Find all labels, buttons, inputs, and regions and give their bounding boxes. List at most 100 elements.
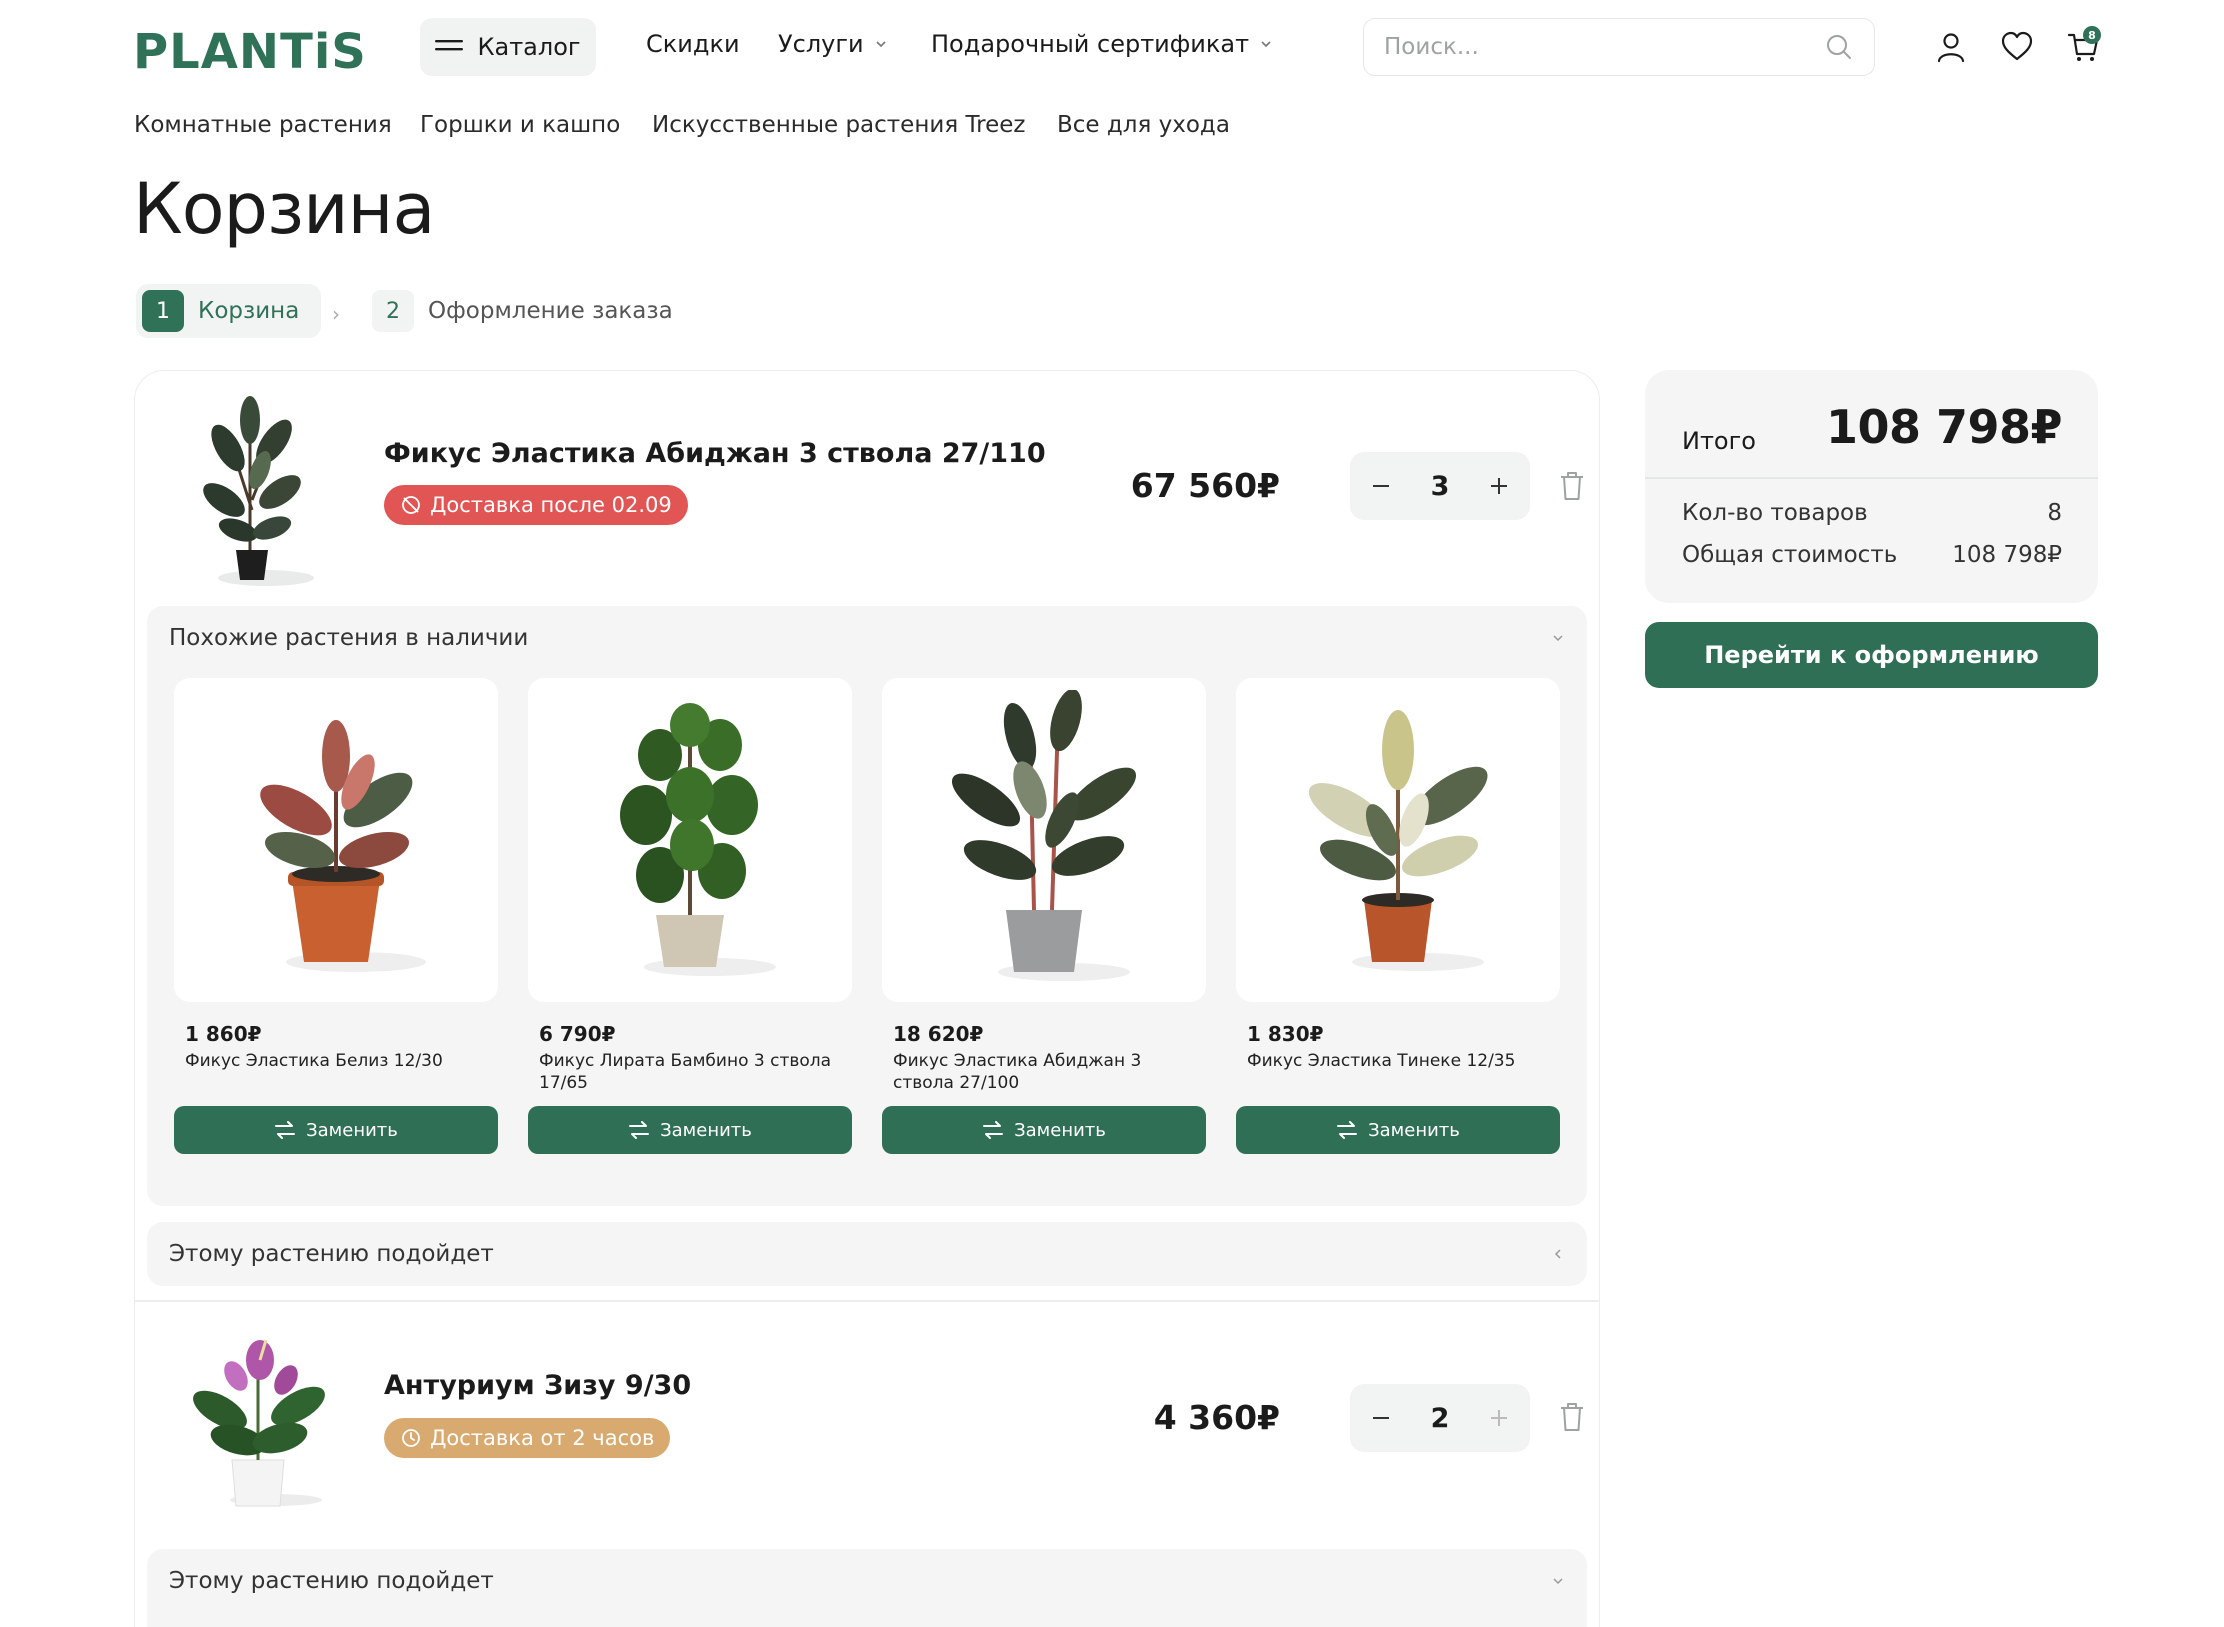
product-price: 18 620₽ [893,1022,984,1046]
logo[interactable]: PLANTiS [133,24,367,80]
chevron-right-icon: › [332,302,340,326]
replace-button[interactable]: Заменить [882,1106,1206,1154]
chevron-down-icon [1551,1574,1565,1588]
suits-accordion: Этому растению подойдет [147,1222,1587,1286]
cart-count-badge: 8 [2083,26,2101,44]
product-name[interactable]: Фикус Эластика Абиджан 3 ствола 27/100 [882,1050,1206,1094]
menu-icon [435,38,464,56]
items-count-row: Кол-во товаров 8 [1682,500,2062,526]
search-icon[interactable] [1824,32,1854,62]
chevron-down-icon [1259,37,1273,51]
nav-gift-certificate-label: Подарочный сертификат [931,30,1250,58]
total-cost-row: Общая стоимость 108 798₽ [1682,542,2062,568]
delivery-badge: Доставка от 2 часов [384,1418,671,1458]
subnav-artificial-plants[interactable]: Искусственные растения Treez [652,112,1025,138]
total-label: Итого [1682,427,1756,455]
cart-item-title[interactable]: Антуриум Зизу 9/30 [384,1370,691,1401]
subnav-care[interactable]: Все для ухода [1057,112,1230,138]
step-checkout[interactable]: 2 Оформление заказа [372,284,673,338]
step-label: Оформление заказа [428,298,673,324]
step-number: 1 [142,290,184,332]
chevron-down-icon [874,37,888,51]
nav-gift-certificate[interactable]: Подарочный сертификат [931,30,1273,58]
quantity-stepper: 3 [1350,452,1530,520]
increase-button[interactable] [1484,1403,1514,1433]
suits-header[interactable]: Этому растению подойдет [147,1222,1587,1286]
product-image[interactable] [174,678,498,1002]
step-cart[interactable]: 1 Корзина [136,284,322,338]
product-image[interactable] [528,678,852,1002]
total-cost-label: Общая стоимость [1682,542,1898,568]
decrease-button[interactable] [1366,1403,1396,1433]
product-price: 6 790₽ [539,1022,616,1046]
heart-icon[interactable] [2000,30,2034,64]
product-name[interactable]: Фикус Лирата Бамбино 3 ствола 17/65 [528,1050,852,1094]
cart-item-price: 4 360₽ [1153,1398,1280,1437]
product-price: 1 860₽ [185,1022,262,1046]
product-name[interactable]: Фикус Эластика Тинеке 12/35 [1236,1050,1560,1094]
trash-icon[interactable] [1557,1400,1587,1434]
trash-icon[interactable] [1557,469,1587,503]
product-card: 18 620₽ Фикус Эластика Абиджан 3 ствола … [882,678,1206,1154]
delivery-badge-text: Доставка от 2 часов [430,1426,655,1450]
delivery-badge: Доставка после 02.09 [384,485,688,525]
items-count-label: Кол-во товаров [1682,500,1868,526]
subnav-pots[interactable]: Горшки и кашпо [420,112,620,138]
replace-button-label: Заменить [660,1119,752,1141]
increase-button[interactable] [1484,471,1514,501]
search-box [1363,18,1875,76]
product-image[interactable] [176,1330,346,1510]
nav-discounts[interactable]: Скидки [646,30,740,58]
decrease-button[interactable] [1366,471,1396,501]
delivery-badge-text: Доставка после 02.09 [430,493,672,517]
product-name[interactable]: Фикус Эластика Белиз 12/30 [174,1050,498,1094]
replace-button[interactable]: Заменить [528,1106,852,1154]
cart-item-title[interactable]: Фикус Эластика Абиджан 3 ствола 27/110 [384,438,1046,469]
swap-icon [274,1121,296,1139]
swap-icon [628,1121,650,1139]
replace-button[interactable]: Заменить [1236,1106,1560,1154]
catalog-label: Каталог [477,33,581,61]
catalog-button[interactable]: Каталог [420,18,596,76]
swap-icon [1336,1121,1358,1139]
similar-plants-title: Похожие растения в наличии [169,625,529,651]
total-value: 108 798₽ [1825,400,2063,454]
nav-services[interactable]: Услуги [778,30,888,58]
suits-title: Этому растению подойдет [169,1241,494,1267]
chevron-down-icon [1551,631,1565,645]
product-image[interactable] [1236,678,1560,1002]
checkout-button[interactable]: Перейти к оформлению [1645,622,2098,688]
page-title: Корзина [133,168,435,250]
product-price: 1 830₽ [1247,1022,1324,1046]
nav-discounts-label: Скидки [646,30,740,58]
step-label: Корзина [198,298,300,324]
product-card: 1 830₽ Фикус Эластика Тинеке 12/35 Замен… [1236,678,1560,1154]
quantity-value: 3 [1430,470,1450,502]
similar-plants-header[interactable]: Похожие растения в наличии [147,606,1587,670]
product-image[interactable] [176,390,326,590]
user-icon[interactable] [1934,30,1968,64]
replace-button-label: Заменить [306,1119,398,1141]
quantity-value: 2 [1430,1402,1450,1434]
product-image[interactable] [882,678,1206,1002]
suits-header[interactable]: Этому растению подойдет [147,1549,1587,1613]
chevron-left-icon [1551,1247,1565,1261]
cart-item-price: 67 560₽ [1130,466,1280,505]
item-divider [135,1300,1599,1302]
search-input[interactable] [1384,34,1824,60]
quantity-stepper: 2 [1350,1384,1530,1452]
no-delivery-icon [400,494,422,516]
replace-button-label: Заменить [1014,1119,1106,1141]
total-cost-value: 108 798₽ [1952,542,2062,568]
items-count-value: 8 [2047,500,2062,526]
replace-button-label: Заменить [1368,1119,1460,1141]
clock-icon [400,1427,422,1449]
suits-accordion: Этому растению подойдет [147,1549,1587,1627]
step-number: 2 [372,290,414,332]
replace-button[interactable]: Заменить [174,1106,498,1154]
product-card: 1 860₽ Фикус Эластика Белиз 12/30 Замени… [174,678,498,1154]
nav-services-label: Услуги [778,30,864,58]
subnav-indoor-plants[interactable]: Комнатные растения [134,112,392,138]
product-card: 6 790₽ Фикус Лирата Бамбино 3 ствола 17/… [528,678,852,1154]
summary-divider [1645,477,2098,479]
